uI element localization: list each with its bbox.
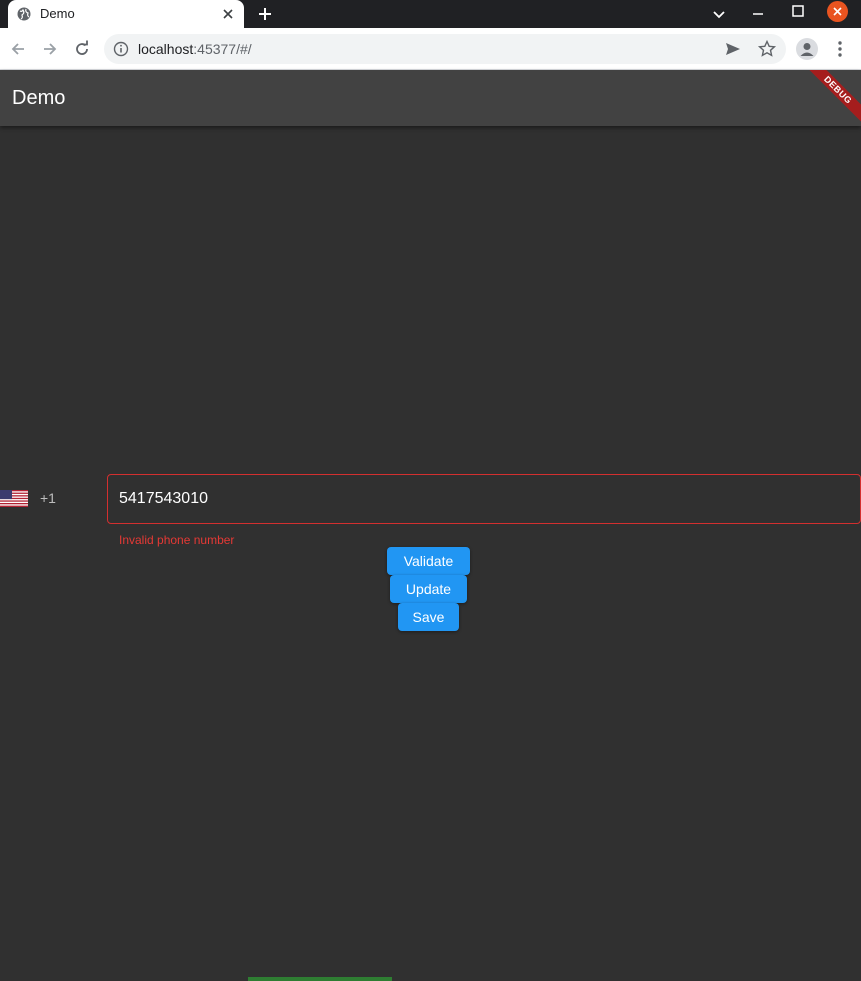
back-arrow-icon[interactable] <box>8 39 28 59</box>
globe-icon <box>17 7 31 21</box>
minimize-icon[interactable] <box>748 4 768 24</box>
app-title: Demo <box>12 87 66 109</box>
browser-tab[interactable]: Demo <box>8 0 244 28</box>
close-icon <box>833 7 842 16</box>
tab-close-icon[interactable] <box>220 6 236 22</box>
us-flag-icon[interactable] <box>0 490 28 507</box>
tab-search-chevron-icon[interactable] <box>709 4 729 24</box>
update-button[interactable]: Update <box>390 575 467 603</box>
more-menu-icon[interactable] <box>830 39 850 59</box>
url-text[interactable]: localhost:45377/#/ <box>138 41 252 57</box>
site-info-icon[interactable] <box>113 41 129 57</box>
phone-number-input[interactable] <box>107 474 861 524</box>
dial-code[interactable]: +1 <box>40 490 56 506</box>
url-host: localhost <box>138 41 194 57</box>
save-button[interactable]: Save <box>398 603 459 631</box>
browser-toolbar: localhost:45377/#/ <box>0 28 861 70</box>
profile-avatar[interactable] <box>796 38 818 60</box>
browser-tab-strip: Demo <box>0 0 861 28</box>
new-tab-icon[interactable] <box>256 5 274 23</box>
app-bar: Demo DEBUG <box>0 70 861 126</box>
reload-icon[interactable] <box>72 39 92 59</box>
validate-button[interactable]: Validate <box>387 547 470 575</box>
window-close-button[interactable] <box>827 1 848 22</box>
bookmark-star-icon[interactable] <box>757 39 777 59</box>
phone-error-text: Invalid phone number <box>119 533 235 547</box>
send-tab-icon[interactable] <box>724 40 742 58</box>
maximize-icon[interactable] <box>788 1 808 21</box>
debug-banner: DEBUG <box>801 70 861 126</box>
forward-arrow-icon[interactable] <box>40 39 60 59</box>
person-icon <box>800 43 814 56</box>
address-bar[interactable]: localhost:45377/#/ <box>104 34 786 64</box>
url-path: :45377/#/ <box>193 41 252 57</box>
bottom-snackbar-edge <box>248 977 392 981</box>
tab-title: Demo <box>40 6 75 21</box>
